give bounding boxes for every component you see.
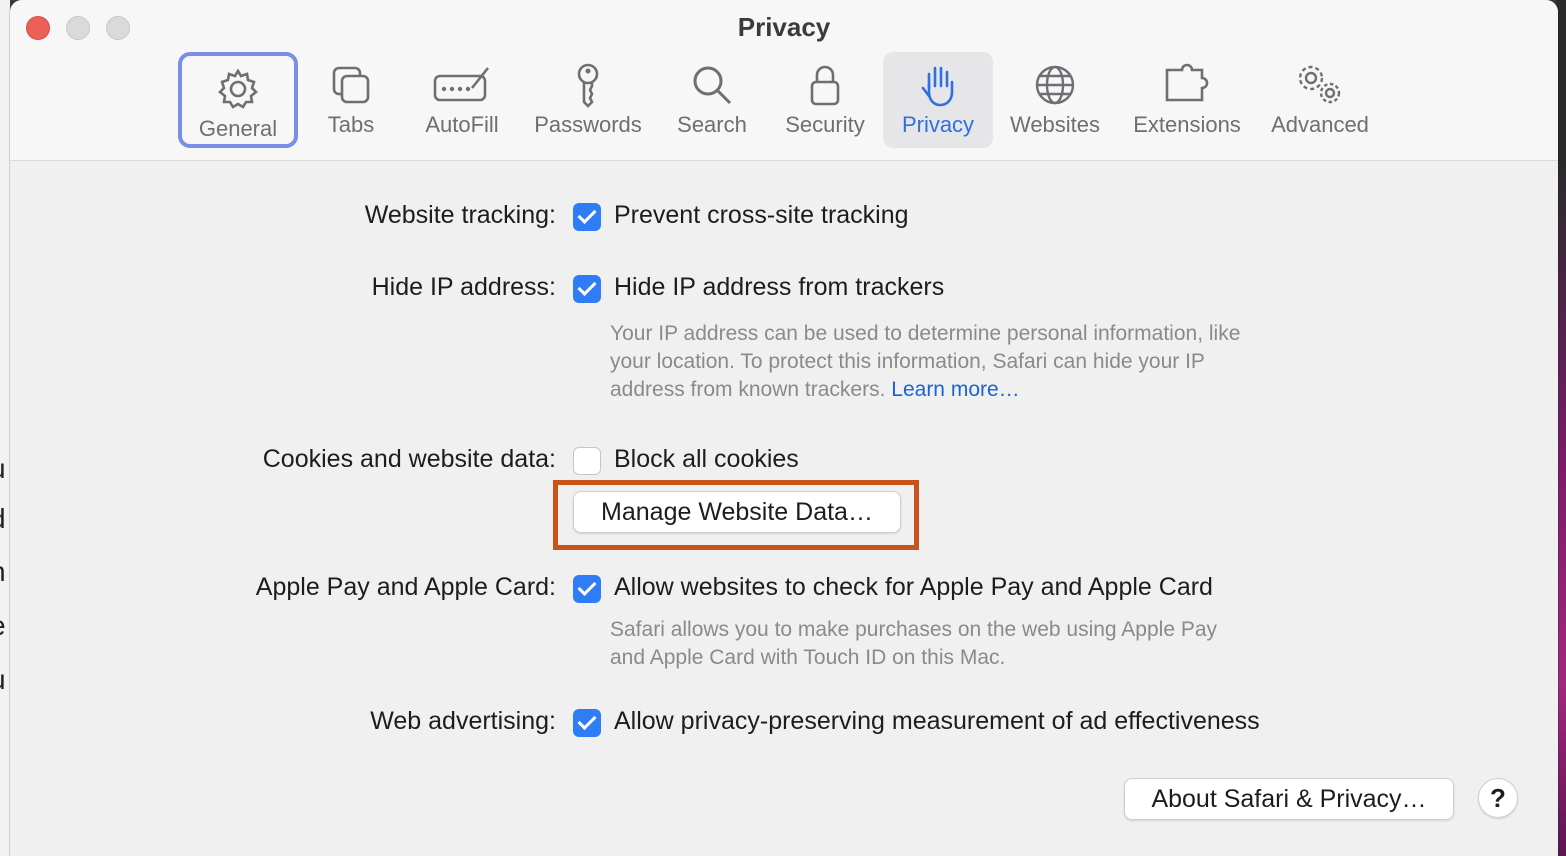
tab-label: Advanced xyxy=(1271,112,1369,137)
learn-more-link[interactable]: Learn more… xyxy=(891,378,1019,401)
description-line: and Apple Card with Touch ID on this Mac… xyxy=(610,646,1006,669)
tab-advanced[interactable]: Advanced xyxy=(1262,52,1378,148)
tab-websites[interactable]: Websites xyxy=(1003,52,1107,148)
tab-privacy[interactable]: Privacy xyxy=(883,52,993,148)
gear-icon xyxy=(218,68,258,109)
apple-pay-label: Apple Pay and Apple Card: xyxy=(255,573,556,601)
tab-label: General xyxy=(198,116,278,141)
ad-measurement-label[interactable]: Allow privacy-preserving measurement of … xyxy=(614,707,1260,736)
background-letter: n xyxy=(0,558,10,586)
globe-icon xyxy=(1035,65,1075,105)
tabs-icon xyxy=(332,66,370,104)
tab-passwords[interactable]: Passwords xyxy=(528,52,648,148)
lock-icon xyxy=(810,65,840,106)
puzzle-icon xyxy=(1165,63,1209,102)
description-line: your location. To protect this informati… xyxy=(610,350,1205,373)
titlebar: Privacy General Tabs AutoFill Passwords … xyxy=(10,0,1558,161)
tab-extensions[interactable]: Extensions xyxy=(1126,52,1248,148)
web-advertising-label: Web advertising: xyxy=(370,707,556,735)
privacy-settings-pane: Website tracking: Prevent cross-site tra… xyxy=(10,161,1558,856)
tab-label: Extensions xyxy=(1133,112,1241,137)
autofill-icon xyxy=(433,67,490,102)
tab-autofill[interactable]: AutoFill xyxy=(414,52,510,148)
search-icon xyxy=(693,66,732,105)
tab-label: Search xyxy=(677,112,747,137)
tab-label: Passwords xyxy=(534,112,642,137)
highlight-annotation-box xyxy=(553,480,919,550)
hide-ip-label: Hide IP address: xyxy=(371,273,556,301)
tab-general[interactable]: General xyxy=(178,52,298,148)
background-letter: u xyxy=(0,666,10,694)
hand-icon xyxy=(921,66,954,107)
cookies-label: Cookies and website data: xyxy=(262,445,556,473)
apple-pay-description: Safari allows you to make purchases on t… xyxy=(610,616,1330,672)
apple-pay-checkbox[interactable] xyxy=(573,575,601,603)
tab-tabs[interactable]: Tabs xyxy=(308,52,394,148)
key-icon xyxy=(577,63,599,108)
hide-ip-option-label[interactable]: Hide IP address from trackers xyxy=(614,273,944,302)
background-window xyxy=(0,0,10,856)
hide-ip-checkbox[interactable] xyxy=(573,275,601,303)
ad-measurement-checkbox[interactable] xyxy=(573,709,601,737)
help-button[interactable]: ? xyxy=(1478,778,1518,818)
background-letter: u xyxy=(0,455,10,483)
safari-settings-window: Privacy General Tabs AutoFill Passwords … xyxy=(10,0,1558,856)
prevent-cross-site-tracking-label[interactable]: Prevent cross-site tracking xyxy=(614,201,909,230)
tab-label: Security xyxy=(785,112,865,137)
description-line: Your IP address can be used to determine… xyxy=(610,322,1241,345)
block-all-cookies-label[interactable]: Block all cookies xyxy=(614,445,799,474)
window-title: Privacy xyxy=(737,12,831,42)
background-letter: d xyxy=(0,505,10,533)
prevent-cross-site-tracking-checkbox[interactable] xyxy=(573,203,601,231)
background-letter: e xyxy=(0,612,10,640)
tab-label: Websites xyxy=(1009,112,1101,137)
block-all-cookies-checkbox[interactable] xyxy=(573,447,601,475)
about-safari-privacy-button[interactable]: About Safari & Privacy… xyxy=(1124,778,1454,820)
gears-icon xyxy=(1298,65,1341,104)
tab-label: Privacy xyxy=(901,112,975,137)
apple-pay-option-label[interactable]: Allow websites to check for Apple Pay an… xyxy=(614,573,1213,602)
tab-search[interactable]: Search xyxy=(666,52,758,148)
tab-label: Tabs xyxy=(327,112,375,137)
website-tracking-label: Website tracking: xyxy=(364,201,556,229)
description-line: address from known trackers. xyxy=(610,378,886,401)
tab-label: AutoFill xyxy=(425,112,499,137)
description-line: Safari allows you to make purchases on t… xyxy=(610,618,1218,641)
tab-security[interactable]: Security xyxy=(776,52,874,148)
hide-ip-description: Your IP address can be used to determine… xyxy=(610,320,1330,404)
